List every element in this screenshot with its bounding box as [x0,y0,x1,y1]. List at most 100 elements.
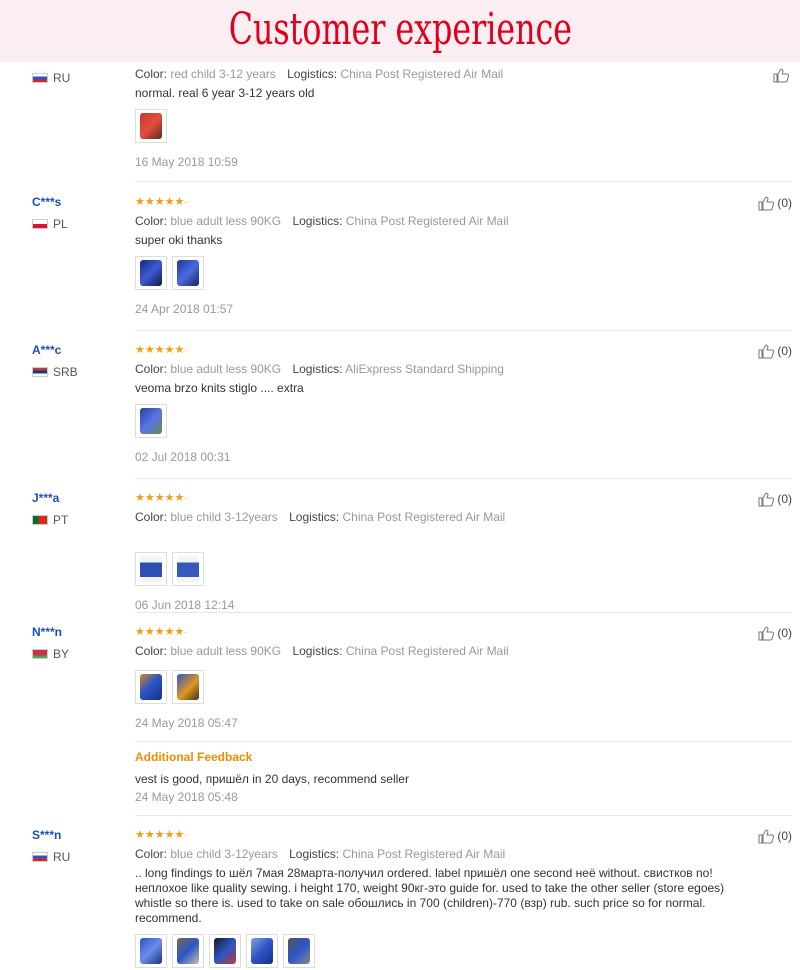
review-meta: Color: blue adult less 90KG Logistics: A… [135,362,504,376]
helpful-button[interactable] [773,67,792,83]
divider [135,741,792,742]
reviewer-info: S***n RU [32,828,70,864]
review-text: super oki thanks [135,233,223,247]
reviewer-country: SRB [32,365,78,379]
thumbs-up-icon [758,344,775,359]
review-text: .. long findings to шёл 7мая 28марта-пол… [135,866,725,925]
review-date: 06 Jun 2018 12:14 [135,598,235,612]
review-photo[interactable] [172,934,204,968]
helpful-button[interactable]: (0) [758,625,792,641]
review-logistics: China Post Registered Air Mail [345,214,509,228]
star-rating: ★★★★★· [135,626,188,638]
flag-ru-icon [32,73,48,83]
review-logistics: China Post Registered Air Mail [345,644,509,658]
review-date: 24 May 2018 05:47 [135,716,238,730]
additional-feedback: Additional Feedback vest is good, пришёл… [135,750,755,804]
review-color: blue child 3-12years [170,510,278,524]
review-item: N***n BY ★★★★★· Color: blue adult less 9… [0,613,800,816]
thumbs-up-icon [758,829,775,844]
thumbs-up-icon [758,196,775,211]
review-photo[interactable] [172,552,204,586]
review-photos [135,552,755,586]
review-content: ★★★★★· Color: blue adult less 90KG Logis… [135,625,755,732]
helpful-count: (0) [777,344,792,358]
review-meta: Color: blue adult less 90KG Logistics: C… [135,214,509,228]
reviewer-info: A***c SRB [32,343,78,379]
review-logistics: China Post Registered Air Mail [342,510,506,524]
reviewer-name[interactable]: A***c [32,343,78,361]
thumbs-up-icon [758,492,775,507]
review-date: 24 Apr 2018 01:57 [135,302,234,316]
review-logistics: China Post Registered Air Mail [340,67,504,81]
helpful-button[interactable]: (0) [758,828,792,844]
review-meta: Color: red child 3-12 years Logistics: C… [135,67,504,81]
review-color: blue adult less 90KG [170,362,282,376]
review-photo[interactable] [135,552,167,586]
review-content: ★★★★★· Color: blue child 3-12years Logis… [135,828,755,968]
review-photo[interactable] [283,934,315,968]
review-color: blue child 3-12years [170,847,278,861]
helpful-count: (0) [777,829,792,843]
helpful-count: (0) [777,196,792,210]
reviewer-name[interactable]: J***a [32,491,68,509]
review-item: C***s PL ★★★★★· Color: blue adult less 9… [0,183,800,331]
flag-pt-icon [32,515,48,525]
helpful-button[interactable]: (0) [758,195,792,211]
review-content: ★★★★★· Color: blue adult less 90KG Logis… [135,195,755,318]
review-item: J***a PT ★★★★★· Color: blue child 3-12ye… [0,479,800,613]
star-rating: ★★★★★· [135,492,188,504]
review-logistics: AliExpress Standard Shipping [345,362,504,376]
star-rating: ★★★★★· [135,196,188,208]
review-meta: Color: blue child 3-12years Logistics: C… [135,510,506,524]
star-rating: ★★★★★· [135,829,188,841]
reviewer-info: N***n BY [32,625,69,661]
review-photo[interactable] [135,256,167,290]
additional-feedback-title: Additional Feedback [135,750,253,764]
review-logistics: China Post Registered Air Mail [342,847,506,861]
review-content: Color: red child 3-12 years Logistics: C… [135,63,755,171]
review-photos [135,670,755,704]
reviewer-info: C***s PL [32,195,68,231]
helpful-button[interactable]: (0) [758,343,792,359]
review-photo[interactable] [135,934,167,968]
review-meta: Color: blue adult less 90KG Logistics: C… [135,644,509,658]
review-list: RU Color: red child 3-12 years Logistics… [0,62,800,970]
review-text: normal. real 6 year 3-12 years old [135,86,315,100]
flag-ru-icon [32,852,48,862]
review-text [135,529,755,544]
additional-feedback-text: vest is good, пришёл in 20 days, recomme… [135,772,409,786]
reviewer-info: RU [32,67,70,85]
review-photo[interactable] [172,256,204,290]
reviewer-name[interactable]: C***s [32,195,68,213]
thumbs-up-icon [773,68,789,83]
helpful-count: (0) [777,626,792,640]
review-photos [135,256,755,290]
review-photo[interactable] [135,109,167,143]
review-photo[interactable] [209,934,241,968]
review-text: veoma brzo knits stiglo .... extra [135,381,304,395]
review-item: A***c SRB ★★★★★· Color: blue adult less … [0,331,800,479]
review-photo[interactable] [135,404,167,438]
review-item: RU Color: red child 3-12 years Logistics… [0,22,800,182]
star-rating: ★★★★★· [135,344,188,356]
reviewer-name[interactable]: S***n [32,828,70,846]
helpful-button[interactable]: (0) [758,491,792,507]
review-date: 02 Jul 2018 00:31 [135,450,231,464]
review-meta: Color: blue child 3-12years Logistics: C… [135,847,506,861]
review-photos [135,934,755,968]
review-content: ★★★★★· Color: blue adult less 90KG Logis… [135,343,755,466]
review-date: 16 May 2018 10:59 [135,155,238,169]
flag-pl-icon [32,219,48,229]
review-color: blue adult less 90KG [170,644,282,658]
review-photo[interactable] [246,934,278,968]
review-photo[interactable] [135,670,167,704]
review-photos [135,404,755,438]
reviewer-info: J***a PT [32,491,68,527]
reviewer-name[interactable]: N***n [32,625,69,643]
review-item: S***n RU ★★★★★· Color: blue child 3-12ye… [0,816,800,970]
review-photos [135,109,755,143]
additional-feedback-date: 24 May 2018 05:48 [135,790,238,804]
reviewer-country: RU [32,71,70,85]
flag-by-icon [32,649,48,659]
review-photo[interactable] [172,670,204,704]
